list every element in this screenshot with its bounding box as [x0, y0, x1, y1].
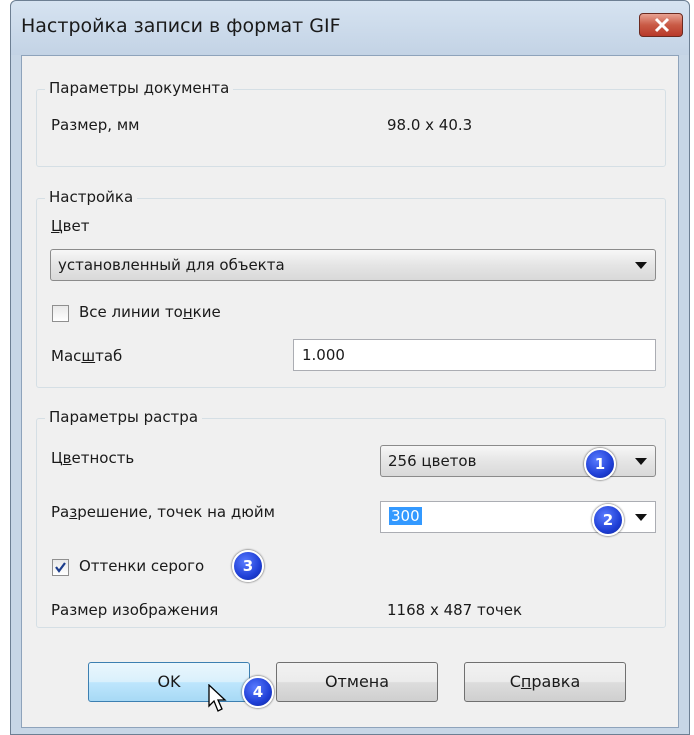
- scale-label: Масштаб: [51, 347, 123, 365]
- dialog-body: Параметры документа Размер, мм 98.0 x 40…: [21, 55, 679, 728]
- document-size-value: 98.0 x 40.3: [387, 116, 473, 134]
- color-depth-label: Цветность: [51, 449, 135, 467]
- close-button[interactable]: [639, 13, 683, 37]
- resolution-label: Разрешение, точек на дюйм: [51, 503, 275, 521]
- cancel-button[interactable]: Отмена: [276, 662, 438, 702]
- color-select[interactable]: установленный для объекта: [50, 249, 656, 281]
- image-size-value: 1168 x 487 точек: [387, 601, 523, 619]
- callout-badge-1: 1: [584, 448, 616, 480]
- checkmark-icon: [55, 562, 66, 573]
- raster-params-legend: Параметры растра: [45, 408, 203, 426]
- document-params-group: Параметры документа Размер, мм 98.0 x 40…: [36, 79, 666, 167]
- callout-badge-4: 4: [242, 676, 274, 708]
- callout-badge-3: 3: [232, 550, 264, 582]
- color-depth-value: 256 цветов: [388, 452, 477, 470]
- settings-group: Настройка Цвет установленный для объекта…: [36, 188, 666, 388]
- dialog-window: Настройка записи в формат GIF Параметры …: [10, 0, 690, 735]
- document-params-legend: Параметры документа: [45, 79, 234, 97]
- scale-input-value: 1.000: [302, 346, 345, 364]
- image-size-label: Размер изображения: [51, 601, 219, 619]
- chevron-down-icon: [635, 514, 647, 521]
- scale-input[interactable]: 1.000: [293, 339, 656, 371]
- thin-lines-checkbox[interactable]: [52, 305, 69, 322]
- settings-legend: Настройка: [45, 188, 138, 206]
- chevron-down-icon: [635, 262, 647, 269]
- window-title: Настройка записи в формат GIF: [21, 15, 341, 37]
- mouse-cursor-icon: [208, 684, 227, 712]
- color-select-value: установленный для объекта: [58, 256, 285, 274]
- grayscale-checkbox[interactable]: [52, 559, 69, 576]
- close-icon: [654, 17, 670, 33]
- title-bar[interactable]: Настройка записи в формат GIF: [11, 1, 689, 55]
- color-label: Цвет: [51, 217, 90, 235]
- document-size-label: Размер, мм: [51, 116, 140, 134]
- raster-params-group: Параметры растра Цветность 256 цветов Ра…: [36, 408, 666, 628]
- grayscale-label: Оттенки серого: [79, 557, 205, 575]
- thin-lines-label: Все линии тонкие: [79, 303, 221, 321]
- help-button[interactable]: Справка: [464, 662, 626, 702]
- chevron-down-icon: [635, 458, 647, 465]
- resolution-value: 300: [389, 507, 422, 525]
- callout-badge-2: 2: [592, 504, 624, 536]
